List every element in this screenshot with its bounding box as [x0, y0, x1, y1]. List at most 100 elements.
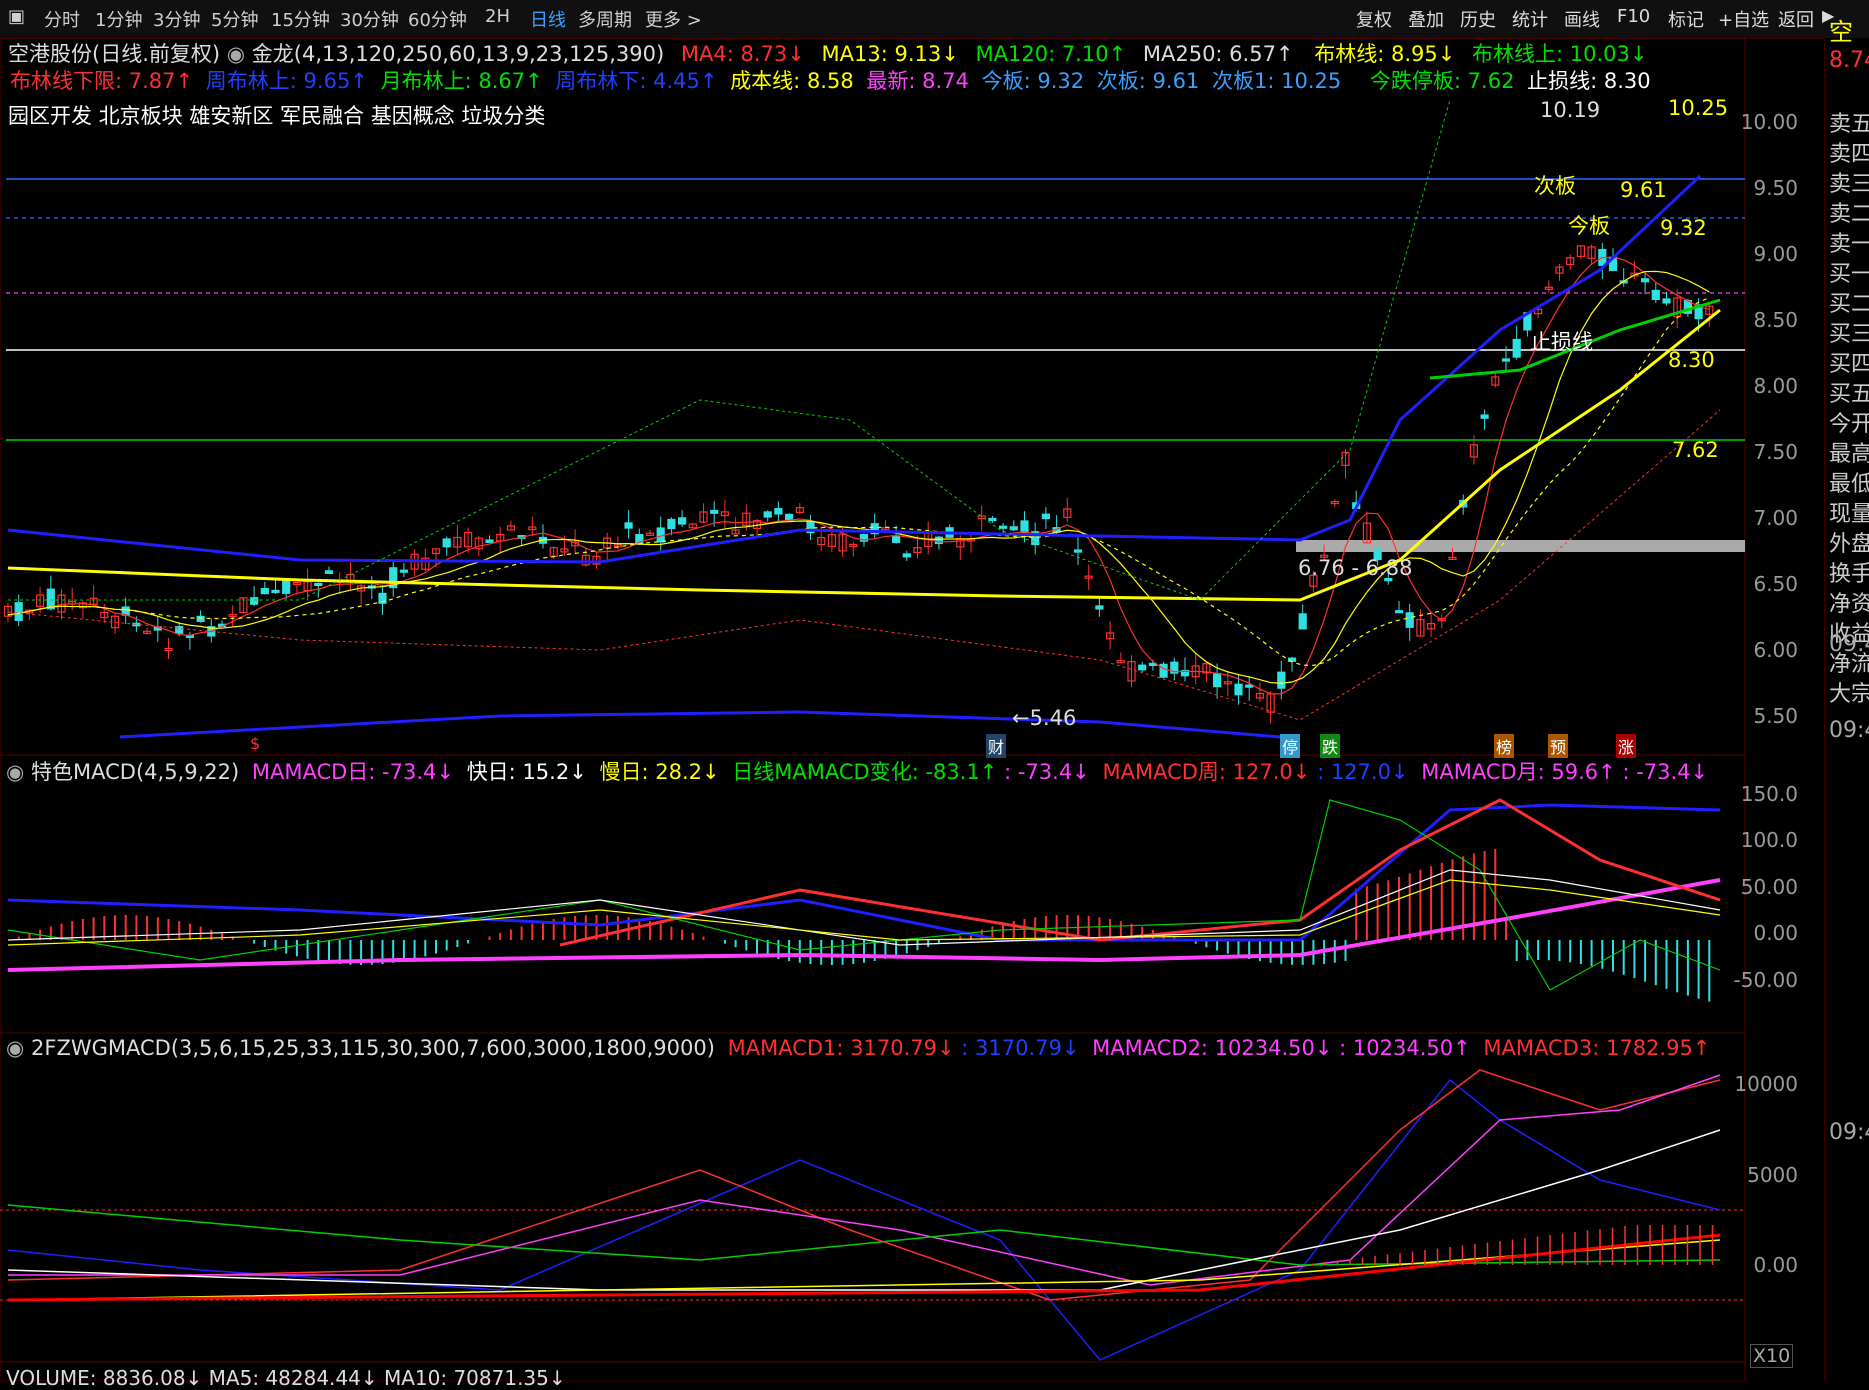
candle-body	[271, 589, 280, 594]
price-axis-label: 8.00	[1753, 374, 1798, 398]
mark-button[interactable]: 标记	[1668, 6, 1704, 32]
period-tab-30min[interactable]: 30分钟	[340, 6, 399, 32]
price-axis-label: 10.00	[1740, 110, 1798, 134]
sidebar-item: 外盘	[1829, 532, 1869, 557]
period-tab-1min[interactable]: 1分钟	[95, 6, 142, 32]
concept-tags[interactable]: 园区开发 北京板块 雄安新区 军民融合 基因概念 垃圾分类	[8, 100, 545, 130]
ma4-value: MA4: 8.73↓	[680, 42, 805, 66]
candle-body	[1159, 663, 1168, 678]
event-marker-rank[interactable]: 榜	[1494, 734, 1515, 758]
period-tab-daily[interactable]: 日线	[530, 6, 566, 32]
sidebar-item: 买二	[1829, 292, 1869, 317]
low-price-label: ←5.46	[1012, 706, 1077, 730]
event-marker-dollar[interactable]: $	[248, 734, 262, 753]
candle-body	[1245, 684, 1254, 688]
period-tab-5min[interactable]: 5分钟	[211, 6, 258, 32]
price-axis-label: 8.50	[1753, 308, 1798, 332]
sidebar-item: 最低	[1829, 472, 1869, 497]
boll-up-value: 布林线上: 10.03↓	[1472, 42, 1648, 66]
period-tab-15min[interactable]: 15分钟	[271, 6, 330, 32]
candle-body	[710, 509, 719, 514]
period-tab-fenshi[interactable]: 分时	[44, 6, 80, 32]
draw-button[interactable]: 画线	[1564, 6, 1600, 32]
candle-body	[998, 525, 1008, 529]
indicator-settings-icon[interactable]: ◉	[227, 42, 245, 66]
macd2-line-1	[7, 1078, 1721, 1361]
add-watchlist-button[interactable]: +自选	[1718, 6, 1769, 32]
candle-body	[260, 588, 269, 595]
back-button[interactable]: 返回	[1778, 6, 1814, 32]
next-board1-value: 次板1: 10.25	[1212, 69, 1342, 93]
candle-body	[1662, 298, 1671, 304]
ma13-value: MA13: 9.13↓	[821, 42, 959, 66]
candle-body	[1073, 549, 1083, 553]
overlay-button[interactable]: 叠加	[1408, 6, 1444, 32]
event-marker-drop[interactable]: 跌	[1320, 734, 1341, 758]
candle-body	[324, 570, 334, 575]
gap-range-label: 6.76 - 6.88	[1298, 556, 1413, 580]
stop-loss-value: 止损线: 8.30	[1527, 69, 1651, 93]
today-board-line-label: 今板	[1568, 214, 1610, 238]
kline-chart-canvas[interactable]	[0, 38, 1824, 1381]
candle-body	[485, 539, 494, 543]
candle-body	[1095, 605, 1104, 610]
macd2-settings-icon[interactable]: ◉	[6, 1036, 24, 1060]
f10-button[interactable]: F10	[1617, 6, 1650, 27]
adjust-button[interactable]: 复权	[1356, 6, 1392, 32]
macd-title[interactable]: 特色MACD(4,5,9,22)	[31, 760, 239, 784]
week-boll-low-value: 周布林下: 4.45↑	[555, 69, 718, 93]
zoom-scale-label[interactable]: X10	[1750, 1344, 1794, 1368]
macd-axis-label: 50.00	[1740, 875, 1798, 899]
candle-body	[988, 517, 997, 522]
candle-body	[763, 511, 772, 518]
period-tab-multi[interactable]: 多周期	[578, 6, 632, 32]
period-tab-2h[interactable]: 2H	[485, 6, 510, 27]
candle-body	[1212, 672, 1222, 688]
mamacd-v2: : 127.0↓	[1317, 760, 1409, 784]
mamacd-fast: 快日: 15.2↓	[466, 760, 587, 784]
next-board-value: 次板: 9.61	[1096, 69, 1200, 93]
header-line-1: 空港股份(日线.前复权) ◉ 金龙(4,13,120,250,60,13,9,2…	[8, 38, 1647, 68]
event-marker-rise[interactable]: 涨	[1616, 734, 1637, 758]
candle-body	[1480, 414, 1489, 419]
candle-body	[399, 569, 408, 573]
quote-sidebar: 空 8.74 卖五卖四卖三卖二卖一买一买二买三买四买五今开最高最低现量外盘换手净…	[1824, 18, 1869, 1381]
macd-panel-header: ◉ 特色MACD(4,5,9,22) MAMACD日: -73.4↓ 快日: 1…	[6, 756, 1708, 786]
sidebar-item: 卖四	[1829, 142, 1869, 167]
candle-body	[624, 522, 633, 529]
candle-body	[774, 508, 783, 515]
stats-button[interactable]: 统计	[1512, 6, 1548, 32]
period-tab-60min[interactable]: 60分钟	[408, 6, 467, 32]
mamacd-day: MAMACD日: -73.4↓	[251, 760, 454, 784]
sidebar-item: 净资	[1829, 592, 1869, 617]
event-marker-forecast[interactable]: 预	[1548, 734, 1569, 758]
candle-body	[1138, 664, 1147, 671]
macd2-panel-header: ◉ 2FZWGMACD(3,5,6,15,25,33,115,30,300,7,…	[6, 1036, 1710, 1060]
sidebar-item: 现量	[1829, 502, 1869, 527]
macd2-m1: MAMACD1: 3170.79↓	[727, 1036, 955, 1060]
volume-header: VOLUME: 8836.08↓ MA5: 48284.44↓ MA10: 70…	[6, 1366, 566, 1390]
price-axis-label: 7.50	[1753, 440, 1798, 464]
month-boll-up-value: 月布林上: 8.67↑	[380, 69, 543, 93]
stock-title[interactable]: 空港股份(日线.前复权)	[8, 42, 220, 66]
period-tab-more[interactable]: 更多 >	[645, 6, 702, 32]
window-menu-icon[interactable]: ▣	[8, 6, 25, 27]
sidebar-item: 大宗	[1829, 682, 1869, 707]
ma4-line	[7, 256, 1710, 695]
history-button[interactable]: 历史	[1460, 6, 1496, 32]
limit-down-line-value: 7.62	[1672, 438, 1719, 462]
period-tab-3min[interactable]: 3分钟	[153, 6, 200, 32]
sidebar-time: 09:4	[1829, 718, 1869, 743]
macd2-title[interactable]: 2FZWGMACD(3,5,6,15,25,33,115,30,300,7,60…	[31, 1036, 715, 1060]
price-axis-label: 9.00	[1753, 242, 1798, 266]
event-marker-suspend[interactable]: 停	[1280, 734, 1301, 758]
candle-body	[250, 597, 259, 605]
sidebar-item: 卖一	[1829, 232, 1869, 257]
next-board1-label: 10.25	[1668, 96, 1729, 120]
macd-axis-label: 100.0	[1740, 828, 1798, 852]
indicator-name[interactable]: 金龙(4,13,120,250,60,13,9,23,125,390)	[252, 42, 664, 66]
candle-body	[1277, 671, 1286, 689]
macd-settings-icon[interactable]: ◉	[6, 760, 24, 784]
event-marker-finance[interactable]: 财	[986, 734, 1007, 758]
candle-body	[1041, 513, 1051, 520]
